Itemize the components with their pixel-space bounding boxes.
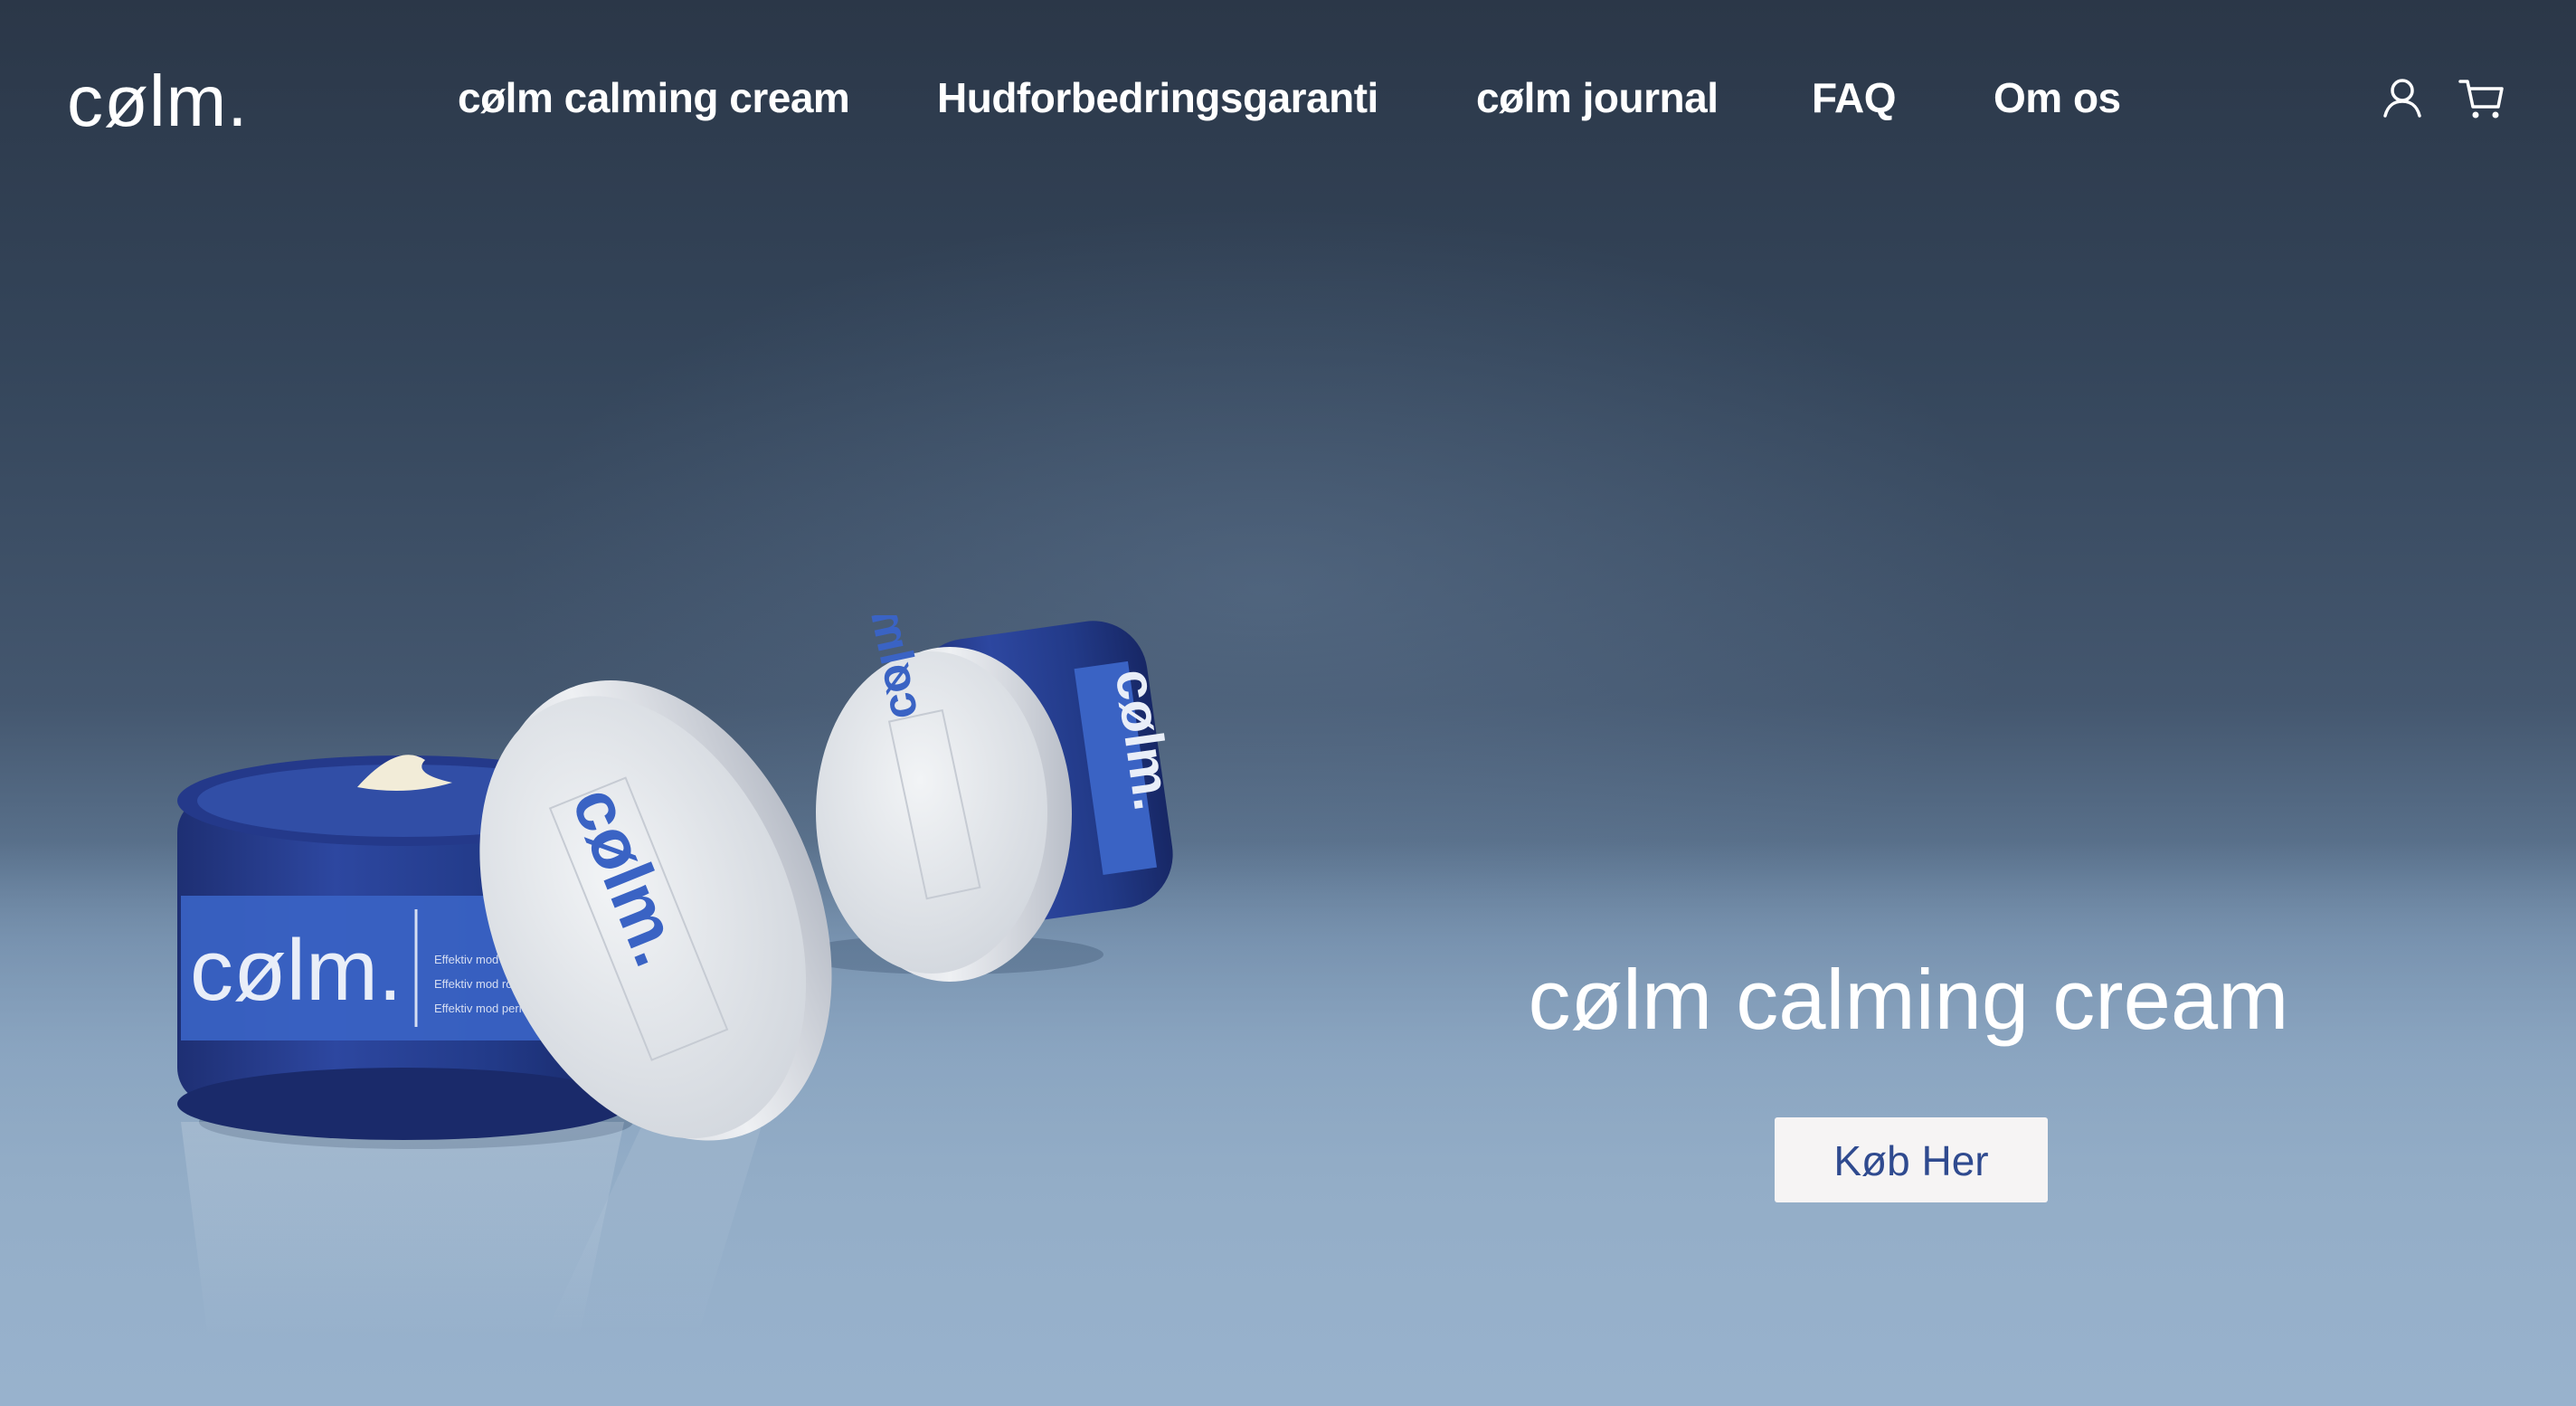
jar-brand-text: cølm.: [190, 922, 402, 1019]
cart-icon[interactable]: [2457, 72, 2507, 123]
nav-item-om-os[interactable]: Om os: [1994, 65, 2121, 130]
nav-item-faq[interactable]: FAQ: [1812, 65, 1897, 130]
hero-title: cølm calming cream: [1528, 952, 2289, 1047]
main-nav: cølm calming cream Hudforbedringsgaranti…: [0, 65, 2576, 130]
nav-item-calming-cream[interactable]: cølm calming cream: [458, 65, 850, 130]
buy-button[interactable]: Køb Her: [1775, 1117, 2048, 1202]
product-image: cølm. Effektiv mod akne Effektiv mod ros…: [177, 615, 1184, 1339]
nav-item-journal[interactable]: cølm journal: [1476, 65, 1719, 130]
user-icon[interactable]: [2377, 72, 2428, 123]
site-header: cølm. cølm calming cream Hudforbedringsg…: [0, 0, 2576, 199]
hero-page: cølm. Effektiv mod akne Effektiv mod ros…: [0, 0, 2576, 1406]
nav-item-hudforbedringsgaranti[interactable]: Hudforbedringsgaranti: [937, 65, 1378, 130]
